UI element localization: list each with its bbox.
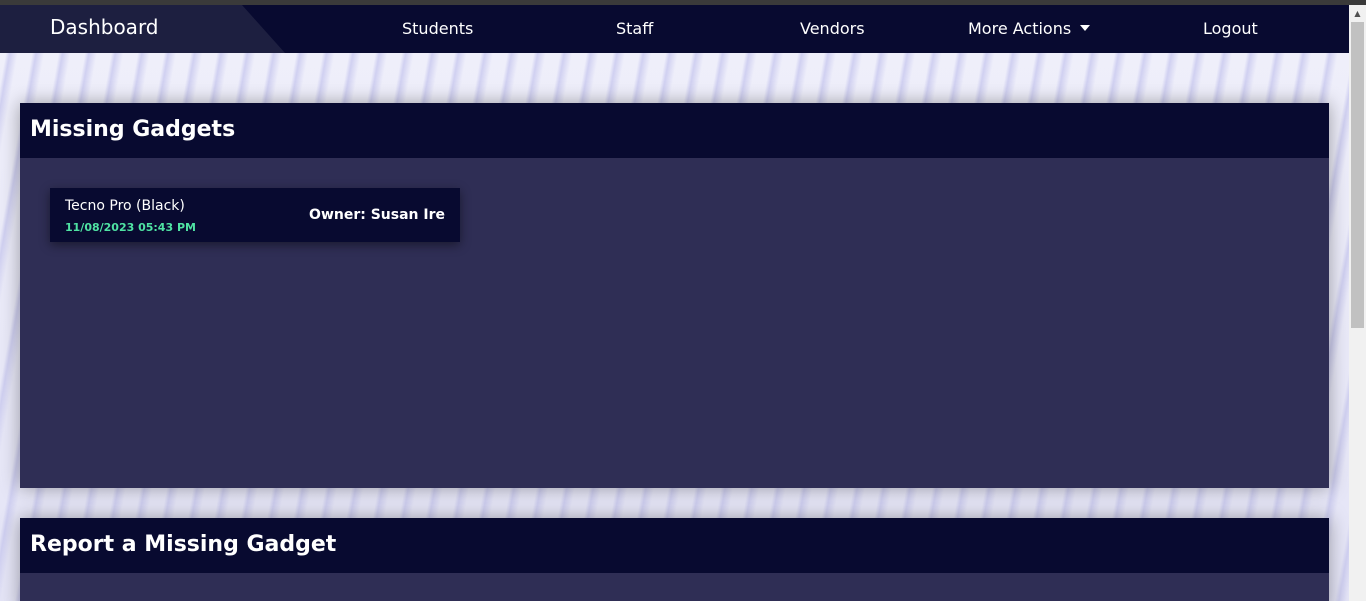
nav-vendors[interactable]: Vendors	[800, 19, 865, 38]
report-gadget-panel: Report a Missing Gadget	[20, 518, 1329, 601]
missing-gadgets-title: Missing Gadgets	[20, 103, 1329, 158]
nav-staff[interactable]: Staff	[616, 19, 653, 38]
nav-students[interactable]: Students	[402, 19, 473, 38]
scroll-up-arrow-icon[interactable]: ▲	[1349, 5, 1366, 22]
gadget-date: 11/08/2023 05:43 PM	[65, 221, 196, 234]
page-scrollbar[interactable]: ▲	[1349, 5, 1366, 601]
missing-gadgets-body: Tecno Pro (Black) 11/08/2023 05:43 PM Ow…	[20, 158, 1329, 488]
scrollbar-thumb[interactable]	[1351, 22, 1364, 328]
report-gadget-title: Report a Missing Gadget	[20, 518, 1329, 573]
gadget-name: Tecno Pro (Black)	[65, 198, 185, 214]
missing-gadgets-panel: Missing Gadgets Tecno Pro (Black) 11/08/…	[20, 103, 1329, 488]
gadget-card[interactable]: Tecno Pro (Black) 11/08/2023 05:43 PM Ow…	[50, 188, 460, 242]
nav-more-actions[interactable]: More Actions	[968, 19, 1091, 38]
chevron-down-icon	[1080, 25, 1091, 31]
navbar: Dashboard Students Staff Vendors More Ac…	[0, 5, 1349, 53]
report-gadget-body	[20, 573, 1329, 601]
brand-link[interactable]: Dashboard	[50, 15, 159, 39]
gadget-owner: Owner: Susan Ire	[309, 207, 445, 223]
nav-more-actions-label: More Actions	[968, 19, 1072, 38]
nav-logout[interactable]: Logout	[1203, 19, 1258, 38]
